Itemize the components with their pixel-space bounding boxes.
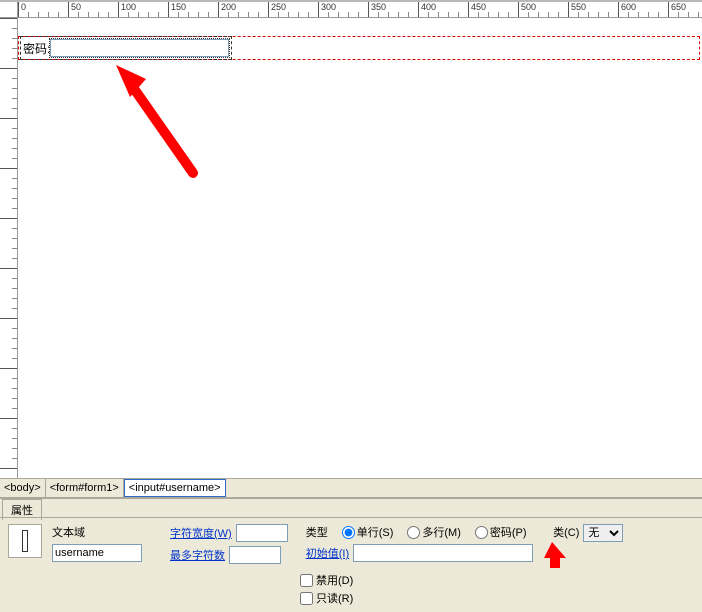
selected-field-cell[interactable]: 密码:: [20, 36, 232, 60]
radio-multi-input[interactable]: [407, 526, 420, 539]
radio-single-input[interactable]: [342, 526, 355, 539]
type-label: 类型: [306, 524, 328, 540]
char-width-label[interactable]: 字符宽度(W): [170, 525, 232, 541]
vertical-ruler: [0, 18, 18, 478]
char-width-input[interactable]: [236, 524, 288, 542]
tag-selector-bar: <body> <form#form1> <input#username>: [0, 478, 702, 498]
max-chars-input[interactable]: [229, 546, 281, 564]
class-label: 类(C): [553, 524, 579, 540]
radio-multi-line[interactable]: 多行(M): [407, 524, 461, 540]
annotation-arrow-icon: [108, 63, 208, 183]
radio-password[interactable]: 密码(P): [475, 524, 527, 540]
textfield-category-icon: [8, 524, 42, 558]
init-value-input[interactable]: [353, 544, 533, 562]
tag-input[interactable]: <input#username>: [124, 479, 226, 497]
radio-single-line[interactable]: 单行(S): [342, 524, 394, 540]
design-canvas[interactable]: 密码:: [18, 18, 702, 478]
readonly-checkbox-input[interactable]: [300, 592, 313, 605]
disabled-checkbox-input[interactable]: [300, 574, 313, 587]
field-name-input[interactable]: [52, 544, 142, 562]
class-select[interactable]: 无: [583, 524, 623, 542]
tag-body[interactable]: <body>: [0, 479, 46, 497]
group-label: 文本域: [52, 524, 142, 540]
field-label: 密码:: [23, 40, 50, 57]
properties-panel: 属性 文本域 字符宽度(W) 最多字符数 类型 单行(S): [0, 498, 702, 612]
horizontal-ruler: 050100150200250300350400450500550600650: [18, 2, 702, 18]
readonly-checkbox[interactable]: 只读(R): [300, 590, 353, 606]
max-chars-label[interactable]: 最多字符数: [170, 547, 225, 563]
text-field-input[interactable]: [50, 39, 229, 57]
ruler-corner: [0, 2, 18, 18]
init-value-label[interactable]: 初始值(I): [306, 545, 349, 561]
radio-password-input[interactable]: [475, 526, 488, 539]
disabled-checkbox[interactable]: 禁用(D): [300, 572, 353, 588]
tag-form[interactable]: <form#form1>: [46, 479, 124, 497]
